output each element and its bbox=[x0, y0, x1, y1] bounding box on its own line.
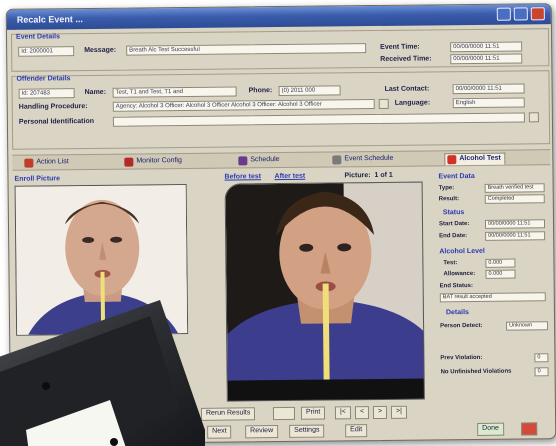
event-details-group: Event Details Id: 2000001 Message: Breat… bbox=[10, 28, 550, 72]
offender-id-field: Id: 207483 bbox=[18, 88, 75, 99]
start-date-value: 00/00/0000 11:51 bbox=[484, 219, 546, 229]
review-button[interactable]: Review bbox=[245, 425, 279, 439]
picture-pager-label: Picture: bbox=[344, 172, 371, 180]
handling-procedure-field: Agency: Alcohol 3 Officer: Alcohol 3 Off… bbox=[112, 99, 375, 112]
close-red-icon[interactable] bbox=[521, 422, 538, 436]
settings-button[interactable]: Settings bbox=[289, 424, 325, 438]
tab-label: Action List bbox=[36, 158, 69, 166]
person-detect-label: Person Detect: bbox=[440, 322, 483, 330]
language-field: English bbox=[452, 97, 525, 109]
nav-first-button[interactable]: |< bbox=[334, 406, 351, 420]
event-data-value-2: Completed bbox=[484, 194, 545, 204]
event-time-label: Event Time: bbox=[380, 43, 420, 51]
tab-schedule[interactable]: Schedule bbox=[236, 155, 283, 167]
name-label: Name: bbox=[84, 88, 107, 97]
rerun-results-button[interactable]: Rerun Results bbox=[200, 407, 256, 421]
last-contact-label: Last Contact: bbox=[384, 85, 430, 93]
foreground-device bbox=[0, 300, 205, 446]
tab-action-list[interactable]: Action List bbox=[22, 157, 72, 170]
details-heading: Details bbox=[445, 309, 469, 317]
message-field: Breath Alc Test Successful bbox=[126, 43, 367, 56]
printer-icon[interactable] bbox=[272, 406, 296, 421]
allowance-label: Allowance: bbox=[443, 270, 476, 278]
current-photo-image bbox=[225, 182, 425, 402]
next-button[interactable]: Next bbox=[207, 425, 232, 439]
prev-violation-label: Prev Violation: bbox=[440, 354, 483, 362]
unfinished-violations-value: 0 bbox=[534, 367, 549, 377]
close-icon[interactable] bbox=[530, 7, 545, 21]
start-date-label: Start Date: bbox=[438, 221, 470, 228]
received-time-field: 00/00/0000 11:51 bbox=[450, 53, 523, 65]
nav-last-button[interactable]: >| bbox=[390, 405, 407, 419]
alcohol-level-heading: Alcohol Level bbox=[439, 247, 485, 256]
tab-monitor-config[interactable]: Monitor Config bbox=[122, 156, 186, 169]
device-bezel-image bbox=[0, 300, 205, 446]
person-detect-value: Unknown bbox=[506, 321, 549, 331]
picture-pager-value: 1 of 1 bbox=[374, 171, 393, 180]
config-icon bbox=[124, 157, 134, 167]
window-title: Recalc Event ... bbox=[16, 14, 83, 25]
event-data-heading: Event Data bbox=[438, 172, 475, 181]
unfinished-violations-label: No Unfinished Violations bbox=[440, 368, 512, 376]
last-contact-field: 00/00/0000 11:51 bbox=[452, 83, 525, 95]
nav-next-button[interactable]: > bbox=[372, 405, 388, 420]
personal-id-field bbox=[112, 112, 525, 127]
title-bar[interactable]: Recalc Event ... bbox=[6, 4, 551, 30]
event-data-value-1: Breath verified test bbox=[484, 183, 545, 193]
handling-procedure-label: Handling Procedure: bbox=[18, 103, 88, 111]
edit-button[interactable]: Edit bbox=[345, 424, 368, 438]
tab-label: Event Schedule bbox=[344, 154, 394, 163]
offender-details-heading: Offender Details bbox=[16, 75, 71, 83]
tab-event-schedule[interactable]: Event Schedule bbox=[330, 154, 397, 167]
tab-alcohol-test[interactable]: Alcohol Test bbox=[444, 152, 506, 166]
phone-field: (0) 2011 000 bbox=[278, 85, 341, 97]
handling-expand-button[interactable] bbox=[378, 98, 389, 109]
prev-violation-value: 0 bbox=[534, 353, 549, 363]
event-details-heading: Event Details bbox=[15, 33, 61, 41]
language-label: Language: bbox=[394, 99, 431, 107]
tab-bar: Action List Monitor Config Schedule Even… bbox=[12, 149, 551, 171]
offender-details-group: Offender Details Id: 207483 Name: Test, … bbox=[11, 70, 551, 150]
end-date-value: 00/00/0000 11:51 bbox=[485, 231, 546, 241]
message-label: Message: bbox=[84, 46, 117, 55]
status-heading: Status bbox=[442, 209, 465, 217]
event-time-field: 00/00/0000 11:51 bbox=[450, 41, 523, 53]
tab-label: Alcohol Test bbox=[459, 154, 501, 163]
end-status-label: End Status: bbox=[439, 282, 474, 290]
enroll-picture-label: Enroll Picture bbox=[14, 175, 61, 183]
clock-icon bbox=[332, 155, 342, 165]
alcohol-icon bbox=[447, 155, 457, 165]
minimize-icon[interactable] bbox=[496, 7, 511, 21]
personal-id-button[interactable] bbox=[528, 112, 539, 123]
after-test-label[interactable]: After test bbox=[274, 173, 305, 180]
event-info-panel: Event Data Type: Breath verified test Re… bbox=[434, 172, 550, 393]
event-id-field: Id: 2000001 bbox=[18, 46, 75, 57]
maximize-icon[interactable] bbox=[513, 7, 528, 21]
print-button[interactable]: Print bbox=[300, 406, 326, 420]
nav-prev-button[interactable]: < bbox=[354, 406, 370, 420]
event-data-label-2: Result: bbox=[438, 196, 460, 203]
tab-label: Schedule bbox=[250, 156, 280, 164]
personal-id-label: Personal Identification bbox=[18, 117, 95, 126]
allowance-value: 0.000 bbox=[485, 269, 516, 279]
list-icon bbox=[24, 158, 34, 168]
phone-label: Phone: bbox=[248, 87, 273, 95]
test-label: Test: bbox=[443, 260, 458, 267]
calendar-icon bbox=[238, 156, 248, 166]
done-button[interactable]: Done bbox=[477, 422, 504, 436]
test-value: 0.000 bbox=[485, 258, 516, 268]
end-date-label: End Date: bbox=[439, 233, 468, 240]
event-data-label-1: Type: bbox=[438, 185, 455, 192]
end-status-value: BAT result accepted bbox=[439, 292, 546, 303]
name-field: Test, T1 and Test, T1 and bbox=[112, 86, 237, 98]
current-photo bbox=[224, 181, 425, 402]
before-test-label[interactable]: Before test bbox=[224, 173, 261, 180]
received-time-label: Received Time: bbox=[380, 55, 432, 63]
window-controls bbox=[496, 7, 545, 21]
tab-label: Monitor Config bbox=[136, 157, 182, 165]
bottom-toolbar: Rerun Results Print |< < > >| Next Revie… bbox=[200, 404, 553, 442]
